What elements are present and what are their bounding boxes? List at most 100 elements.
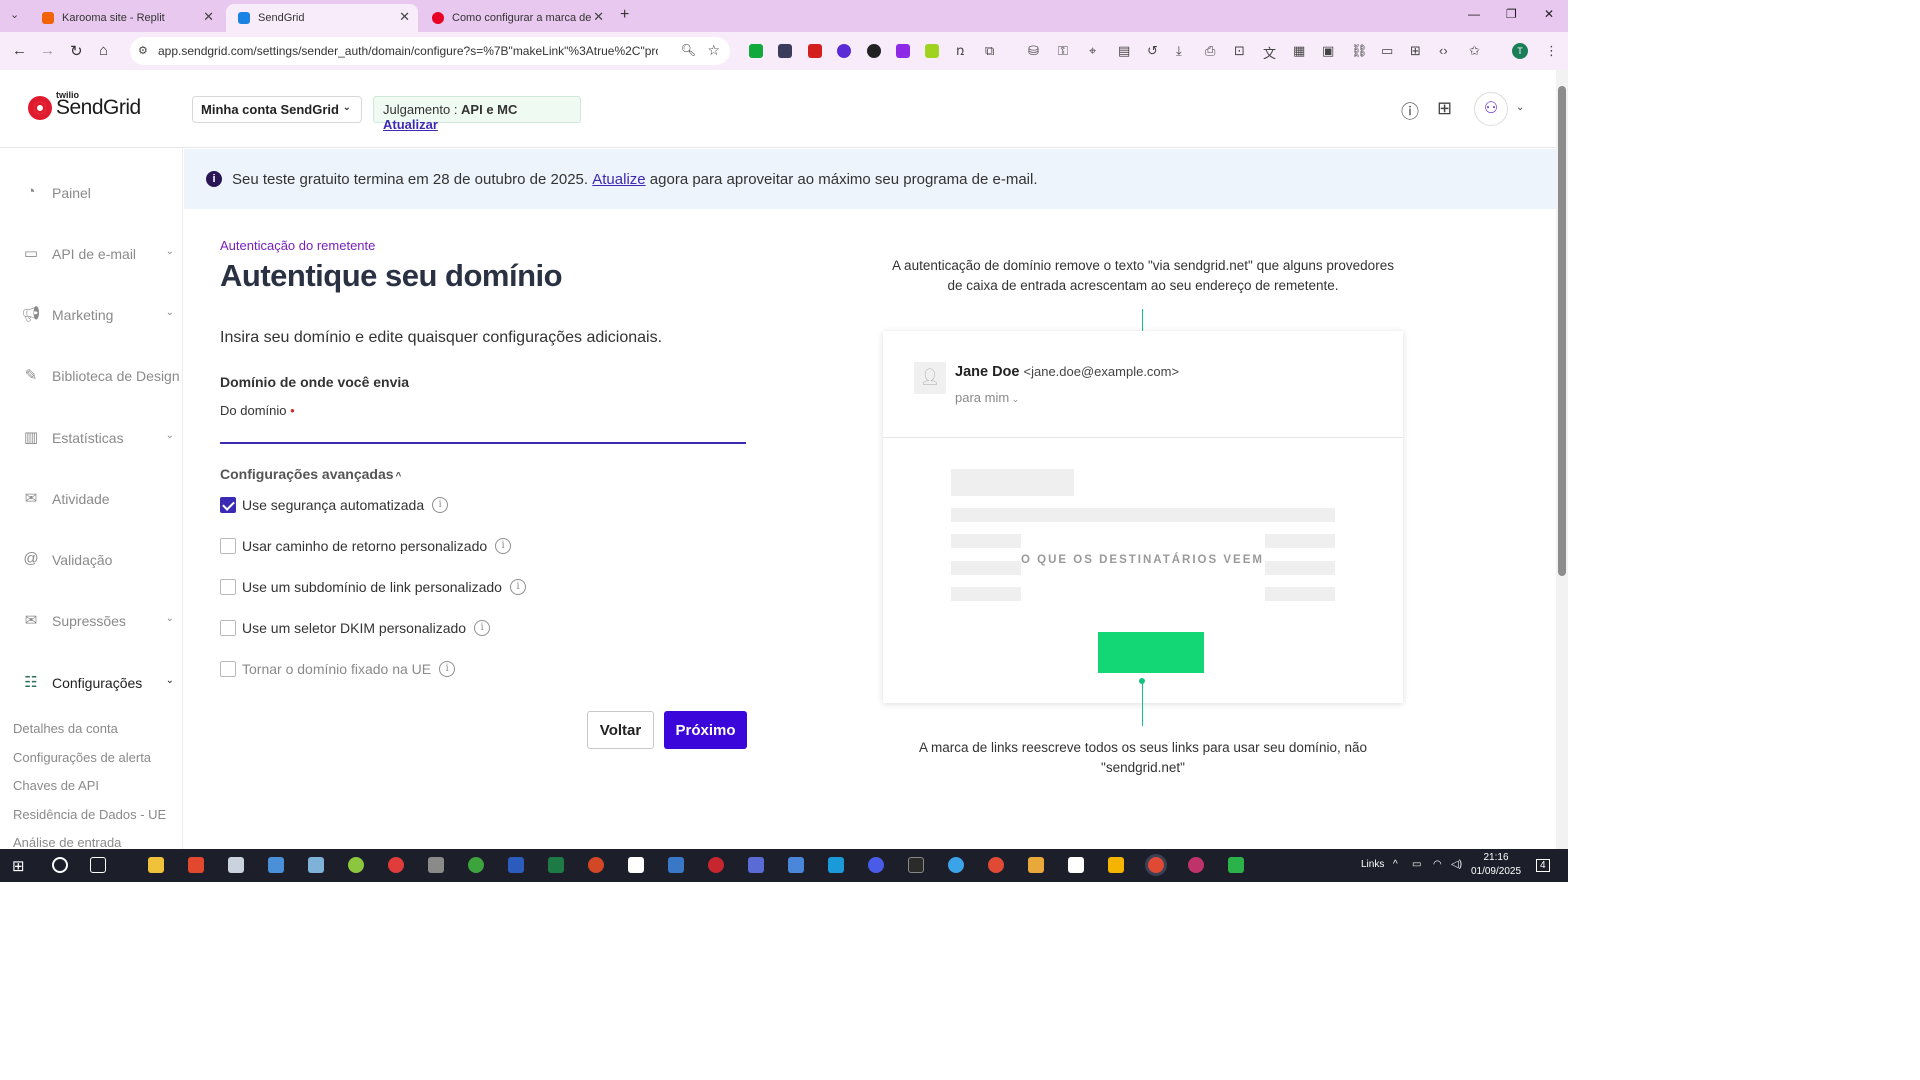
extension-icon[interactable] (896, 44, 910, 58)
app-icon[interactable] (468, 857, 484, 873)
app-icon[interactable] (308, 857, 324, 873)
sidebar-item-settings[interactable]: ☷ Configurações ⌄ (20, 671, 180, 695)
checkbox[interactable] (220, 620, 236, 636)
links-toolbar[interactable]: Links (1361, 859, 1384, 870)
sidebar-subitem-data-residency[interactable]: Residência de Dados - UE (13, 807, 166, 822)
browser-tab-sendgrid[interactable]: SendGrid ✕ (226, 4, 418, 32)
extension-icon[interactable] (867, 44, 881, 58)
devtools-icon[interactable]: ‹› (1439, 43, 1448, 58)
notion-icon[interactable]: ռ (956, 43, 964, 59)
app-icon[interactable] (1028, 857, 1044, 873)
table-icon[interactable]: ⊞ (1410, 43, 1421, 59)
sidebar-item-design-library[interactable]: ✎ Biblioteca de Design (20, 364, 180, 388)
app-grid-icon[interactable]: ⊞ (1437, 98, 1452, 119)
close-window-icon[interactable]: ✕ (1544, 7, 1554, 21)
close-icon[interactable]: ✕ (399, 9, 410, 25)
link-icon[interactable]: ⛓ (1351, 43, 1368, 59)
task-view-icon[interactable] (90, 857, 106, 873)
extension-icon[interactable] (925, 44, 939, 58)
app-icon[interactable] (1228, 857, 1244, 873)
browser-tab-pinterest[interactable]: Como configurar a marca de lin ✕ (420, 4, 612, 32)
new-tab-icon[interactable]: + (620, 6, 629, 24)
close-icon[interactable]: ✕ (593, 9, 604, 25)
help-icon[interactable]: ⓘ (1401, 98, 1419, 124)
checkbox[interactable] (220, 661, 236, 677)
app-icon[interactable] (388, 857, 404, 873)
wifi-icon[interactable]: ◠ (1433, 859, 1442, 870)
volume-icon[interactable]: ◁) (1451, 859, 1462, 870)
app-icon[interactable] (868, 857, 884, 873)
browser-menu-icon[interactable]: ⋮ (1545, 43, 1558, 59)
app-icon[interactable] (228, 857, 244, 873)
extension-icon[interactable] (808, 44, 822, 58)
reading-mode-icon[interactable]: ▣ (1322, 43, 1334, 59)
powershell-icon[interactable] (668, 857, 684, 873)
calculator-icon[interactable] (268, 857, 284, 873)
checkbox[interactable] (220, 497, 236, 513)
sidebar-item-suppressions[interactable]: ✉ Supressões ⌄ (20, 609, 180, 633)
sidebar-item-validation[interactable]: @ Validação (20, 548, 180, 572)
minimize-icon[interactable]: — (1468, 7, 1480, 21)
extension-icon[interactable] (837, 44, 851, 58)
excel-icon[interactable] (548, 857, 564, 873)
banner-upgrade-link[interactable]: Atualize (592, 171, 645, 188)
back-arrow-icon[interactable]: ← (12, 42, 27, 59)
app-icon[interactable] (188, 857, 204, 873)
close-icon[interactable]: ✕ (203, 9, 214, 25)
zoom-icon[interactable]: 🔍︎ (681, 43, 696, 57)
chrome-icon[interactable] (988, 857, 1004, 873)
domain-input[interactable] (220, 420, 746, 444)
app-icon[interactable] (428, 857, 444, 873)
sidebar-subitem-alert-settings[interactable]: Configurações de alerta (13, 750, 151, 765)
user-avatar[interactable]: ⚇ (1474, 92, 1508, 126)
restore-icon[interactable]: ❐ (1506, 7, 1517, 21)
browser-profile-avatar[interactable]: T (1512, 43, 1528, 59)
capcut-icon[interactable] (1068, 857, 1084, 873)
app-icon[interactable] (708, 857, 724, 873)
qr-code-icon[interactable]: ▦ (1293, 43, 1305, 59)
option-eu-pinned-domain[interactable]: Tornar o domínio fixado na UE i (220, 659, 456, 679)
sidebar-subitem-account-details[interactable]: Detalhes da conta (13, 721, 118, 736)
browser-tab-replit[interactable]: Karooma site - Replit ✕ (30, 4, 222, 32)
account-selector[interactable]: Minha conta SendGrid ⌄ (192, 96, 362, 123)
app-icon[interactable] (348, 857, 364, 873)
sendgrid-logo[interactable]: twilio SendGrid (28, 90, 141, 120)
word-icon[interactable] (508, 857, 524, 873)
forward-arrow-icon[interactable]: → (40, 42, 55, 59)
bookmark-star-icon[interactable]: ☆ (707, 42, 720, 59)
terminal-icon[interactable] (908, 857, 924, 873)
powerpoint-icon[interactable] (588, 857, 604, 873)
notifications-icon[interactable]: 4 (1536, 859, 1550, 872)
print-icon[interactable]: ⎙ (1205, 43, 1215, 59)
puzzle-icon[interactable]: ⧉ (985, 43, 994, 59)
trial-upgrade-link[interactable]: Atualizar (383, 117, 438, 132)
incognito-icon[interactable]: ⛁ (1028, 43, 1039, 59)
sidebar-item-marketing[interactable]: 📢︎ Marketing ⌄ (20, 303, 180, 327)
translate-icon[interactable]: 文 (1263, 43, 1276, 62)
back-button[interactable]: Voltar (587, 711, 654, 749)
location-icon[interactable]: ⌖ (1089, 43, 1096, 59)
chevron-up-icon[interactable]: ^ (1393, 859, 1398, 870)
taskbar-clock[interactable]: 21:16 01/09/2025 (1468, 851, 1524, 879)
checkbox[interactable] (220, 579, 236, 595)
option-custom-dkim-selector[interactable]: Use um seletor DKIM personalizado i (220, 618, 491, 638)
sidebar-subitem-api-keys[interactable]: Chaves de API (13, 778, 99, 793)
sidebar-item-statistics[interactable]: ▥ Estatísticas ⌄ (20, 426, 180, 450)
google-drive-icon[interactable] (1108, 857, 1124, 873)
option-custom-return-path[interactable]: Usar caminho de retorno personalizado i (220, 536, 512, 556)
app-icon[interactable] (748, 857, 764, 873)
cast-icon[interactable]: ▭ (1381, 43, 1393, 59)
info-icon[interactable]: i (439, 661, 456, 677)
info-icon[interactable]: i (509, 579, 526, 595)
key-icon[interactable]: ⚿ (1058, 43, 1068, 59)
outlook-icon[interactable] (828, 857, 844, 873)
sidebar-item-activity[interactable]: ✉ Atividade (20, 487, 180, 511)
chrome-icon[interactable] (1188, 857, 1204, 873)
reader-icon[interactable]: ▤ (1118, 43, 1130, 59)
checkbox[interactable] (220, 538, 236, 554)
search-icon[interactable] (52, 857, 68, 873)
tab-search-icon[interactable]: ⌄ (10, 8, 19, 21)
chrome-icon[interactable] (1148, 857, 1164, 873)
favorites-icon[interactable]: ✩ (1469, 43, 1480, 59)
screenshot-icon[interactable]: ⊡ (1234, 43, 1245, 59)
